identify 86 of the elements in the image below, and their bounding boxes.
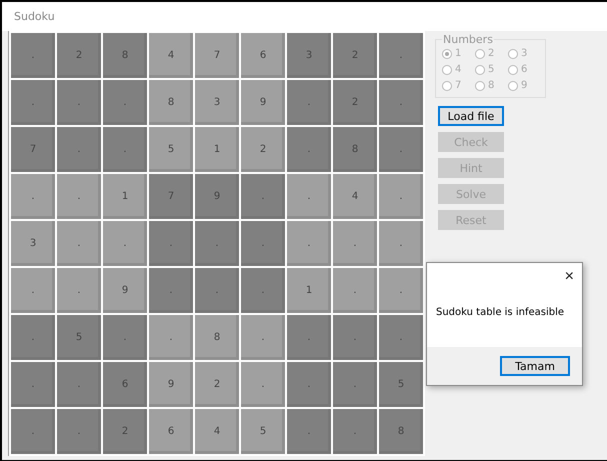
sudoku-cell[interactable]: .	[241, 268, 285, 313]
sudoku-cell[interactable]: 8	[149, 80, 193, 125]
sudoku-cell[interactable]: 2	[333, 80, 377, 125]
sudoku-cell[interactable]: .	[333, 362, 377, 407]
sudoku-cell[interactable]: 9	[241, 80, 285, 125]
sudoku-cell[interactable]: .	[103, 315, 147, 360]
sudoku-cell[interactable]: 8	[379, 409, 423, 454]
sudoku-cell[interactable]: .	[379, 127, 423, 172]
sudoku-cell[interactable]: 3	[11, 221, 55, 266]
sudoku-cell[interactable]: 4	[195, 409, 239, 454]
sudoku-cell[interactable]: 5	[379, 362, 423, 407]
sudoku-cell[interactable]: .	[57, 362, 101, 407]
sudoku-cell[interactable]: .	[57, 174, 101, 219]
sudoku-cell[interactable]: 2	[333, 33, 377, 78]
sudoku-cell[interactable]: 9	[103, 268, 147, 313]
sudoku-cell[interactable]: 1	[195, 127, 239, 172]
sudoku-cell[interactable]: 1	[287, 268, 331, 313]
sudoku-cell[interactable]: .	[103, 80, 147, 125]
sudoku-cell[interactable]: .	[287, 409, 331, 454]
sudoku-cell[interactable]: .	[287, 221, 331, 266]
sudoku-cell[interactable]: .	[333, 221, 377, 266]
sudoku-cell[interactable]: .	[287, 127, 331, 172]
sudoku-cell[interactable]: .	[241, 315, 285, 360]
sudoku-cell[interactable]: 8	[195, 315, 239, 360]
sudoku-cell[interactable]: .	[333, 315, 377, 360]
ok-button[interactable]: Tamam	[500, 356, 570, 376]
sudoku-cell[interactable]: 8	[333, 127, 377, 172]
sudoku-cell[interactable]: .	[11, 33, 55, 78]
sudoku-cell[interactable]: .	[379, 221, 423, 266]
sudoku-cell[interactable]: .	[149, 315, 193, 360]
sudoku-cell[interactable]: .	[287, 362, 331, 407]
sudoku-cell[interactable]: 3	[287, 33, 331, 78]
sudoku-cell[interactable]: 7	[11, 127, 55, 172]
window-title: Sudoku	[14, 10, 55, 23]
sudoku-cell[interactable]: 6	[241, 33, 285, 78]
sudoku-cell[interactable]: .	[57, 221, 101, 266]
sudoku-cell[interactable]: .	[57, 127, 101, 172]
sudoku-cell[interactable]: .	[195, 268, 239, 313]
sudoku-cell[interactable]: .	[57, 80, 101, 125]
sudoku-cell[interactable]: .	[379, 268, 423, 313]
sudoku-cell[interactable]: .	[333, 268, 377, 313]
sudoku-cell[interactable]: .	[287, 174, 331, 219]
dialog-message: Sudoku table is infeasible	[436, 307, 566, 318]
sudoku-cell[interactable]: .	[57, 409, 101, 454]
sudoku-cell[interactable]: .	[103, 221, 147, 266]
sudoku-cell[interactable]: .	[241, 221, 285, 266]
sudoku-cell[interactable]: .	[195, 221, 239, 266]
sudoku-cell[interactable]: 3	[195, 80, 239, 125]
sudoku-cell[interactable]: .	[57, 268, 101, 313]
sudoku-cell[interactable]: 7	[149, 174, 193, 219]
sudoku-cell[interactable]: .	[11, 268, 55, 313]
sudoku-cell[interactable]: .	[379, 80, 423, 125]
sudoku-cell[interactable]: 4	[149, 33, 193, 78]
sudoku-cell[interactable]: 1	[103, 174, 147, 219]
sudoku-cell[interactable]: 2	[103, 409, 147, 454]
sudoku-cell[interactable]: 5	[149, 127, 193, 172]
sudoku-cell[interactable]: 2	[241, 127, 285, 172]
sudoku-cell[interactable]: .	[333, 409, 377, 454]
sudoku-cell[interactable]: .	[241, 174, 285, 219]
sudoku-cell[interactable]: 9	[195, 174, 239, 219]
sudoku-cell[interactable]: 6	[149, 409, 193, 454]
sudoku-cell[interactable]: .	[241, 362, 285, 407]
sudoku-cell[interactable]: .	[149, 268, 193, 313]
sudoku-cell[interactable]: 2	[195, 362, 239, 407]
sudoku-cell[interactable]: .	[287, 80, 331, 125]
sudoku-cell[interactable]: 4	[333, 174, 377, 219]
action-button[interactable]: Load file	[438, 106, 504, 126]
sudoku-cell[interactable]: .	[379, 33, 423, 78]
sudoku-cell[interactable]: 6	[103, 362, 147, 407]
sudoku-cell[interactable]: .	[11, 174, 55, 219]
sudoku-cell[interactable]: .	[11, 362, 55, 407]
sudoku-cell[interactable]: .	[287, 315, 331, 360]
sudoku-cell[interactable]: .	[11, 80, 55, 125]
sudoku-cell[interactable]: .	[379, 174, 423, 219]
sudoku-cell[interactable]: .	[11, 409, 55, 454]
sudoku-cell[interactable]: .	[149, 221, 193, 266]
sudoku-cell[interactable]: 5	[57, 315, 101, 360]
sudoku-cell[interactable]: .	[103, 127, 147, 172]
sudoku-cell[interactable]: 5	[241, 409, 285, 454]
group-title: Numbers	[442, 33, 494, 46]
sudoku-cell[interactable]: 7	[195, 33, 239, 78]
sudoku-cell[interactable]: .	[379, 315, 423, 360]
sudoku-cell[interactable]: 9	[149, 362, 193, 407]
sudoku-cell[interactable]: 8	[103, 33, 147, 78]
sudoku-cell[interactable]: .	[11, 315, 55, 360]
sudoku-cell[interactable]: 2	[57, 33, 101, 78]
